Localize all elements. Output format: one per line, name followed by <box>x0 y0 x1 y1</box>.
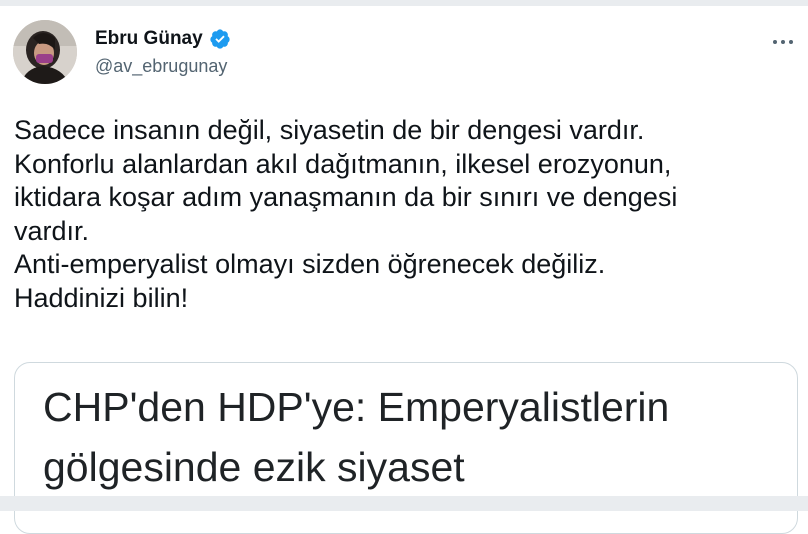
avatar-photo <box>13 20 77 84</box>
avatar[interactable] <box>13 20 77 84</box>
card-headline: CHP'den HDP'ye: Emperyalistlerin gölgesi… <box>43 377 783 497</box>
more-dot <box>789 40 793 44</box>
tweet-text-line: iktidara koşar adım yanaşmanın da bir sı… <box>14 182 678 212</box>
author-handle[interactable]: @av_ebrugunay <box>95 56 227 77</box>
bottom-frame-strip <box>0 496 808 511</box>
tweet-text-line: Anti-emperyalist olmayı sizden öğrenecek… <box>14 249 606 279</box>
tweet-text-line: vardır. <box>14 215 90 246</box>
verified-badge-icon <box>210 29 230 49</box>
author-name[interactable]: Ebru Günay <box>95 28 203 50</box>
author-name-row: Ebru Günay <box>95 28 231 50</box>
more-dot <box>781 40 785 44</box>
tweet-text-line: Haddinizi bilin! <box>14 282 189 313</box>
tweet: Ebru Günay @av_ebrugunay Sadece insanın … <box>0 6 808 534</box>
more-dot <box>773 40 777 44</box>
tweet-text: Sadece insanın değil, siyasetin de bir d… <box>14 114 804 315</box>
tweet-text-line: Sadece insanın değil, siyasetin de bir d… <box>14 115 645 145</box>
more-options-icon[interactable] <box>768 32 798 52</box>
tweet-text-line: Konforlu alanlardan akıl dağıtmanın, ilk… <box>14 148 672 179</box>
card-headline-line: CHP'den HDP'ye: Emperyalistlerin <box>43 384 670 430</box>
card-headline-line: gölgesinde ezik siyaset <box>43 444 465 490</box>
